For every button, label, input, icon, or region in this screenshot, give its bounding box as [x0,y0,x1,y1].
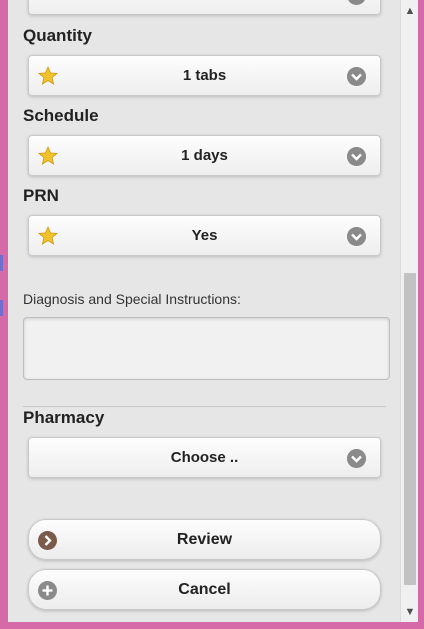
prn-select[interactable]: Yes [28,215,381,256]
schedule-label: Schedule [23,106,99,125]
chevron-right-icon [38,531,57,550]
review-label: Review [176,530,233,548]
chevron-down-icon [347,0,366,5]
chevron-down-icon [347,67,366,86]
edge-marker [0,255,3,271]
schedule-value: 1 days [181,147,228,164]
plus-icon [38,581,57,600]
chevron-down-icon [347,147,366,166]
edge-marker [0,300,3,316]
chevron-down-icon [347,227,366,246]
star-icon [38,146,58,165]
scroll-up-arrow-icon[interactable]: ▲ [401,2,419,20]
divider [23,406,386,407]
review-button[interactable]: Review [28,519,381,560]
top-partial-select[interactable] [28,0,381,15]
pharmacy-value: Choose .. [170,449,239,466]
quantity-select[interactable]: 1 tabs [28,55,381,96]
star-icon [38,226,58,245]
cancel-label: Cancel [178,580,231,598]
vertical-scrollbar[interactable]: ▲ ▼ [400,0,418,622]
prn-label: PRN [23,186,59,205]
pharmacy-select[interactable]: Choose .. [28,437,381,478]
schedule-select[interactable]: 1 days [28,135,381,176]
form-panel: Quantity 1 tabs Schedule 1 days PRN Yes [8,0,400,622]
cancel-button[interactable]: Cancel [28,569,381,610]
quantity-value: 1 tabs [182,67,227,84]
scroll-thumb[interactable] [404,273,416,585]
window-frame-bottom [0,622,424,629]
diagnosis-textarea[interactable] [23,317,390,380]
chevron-down-icon [347,449,366,468]
pharmacy-label: Pharmacy [23,408,105,427]
diagnosis-label: Diagnosis and Special Instructions: [23,291,241,307]
prn-value: Yes [191,227,218,244]
quantity-label: Quantity [23,26,92,45]
window-frame-right [418,0,424,629]
star-icon [38,66,58,85]
scroll-down-arrow-icon[interactable]: ▼ [401,603,419,621]
